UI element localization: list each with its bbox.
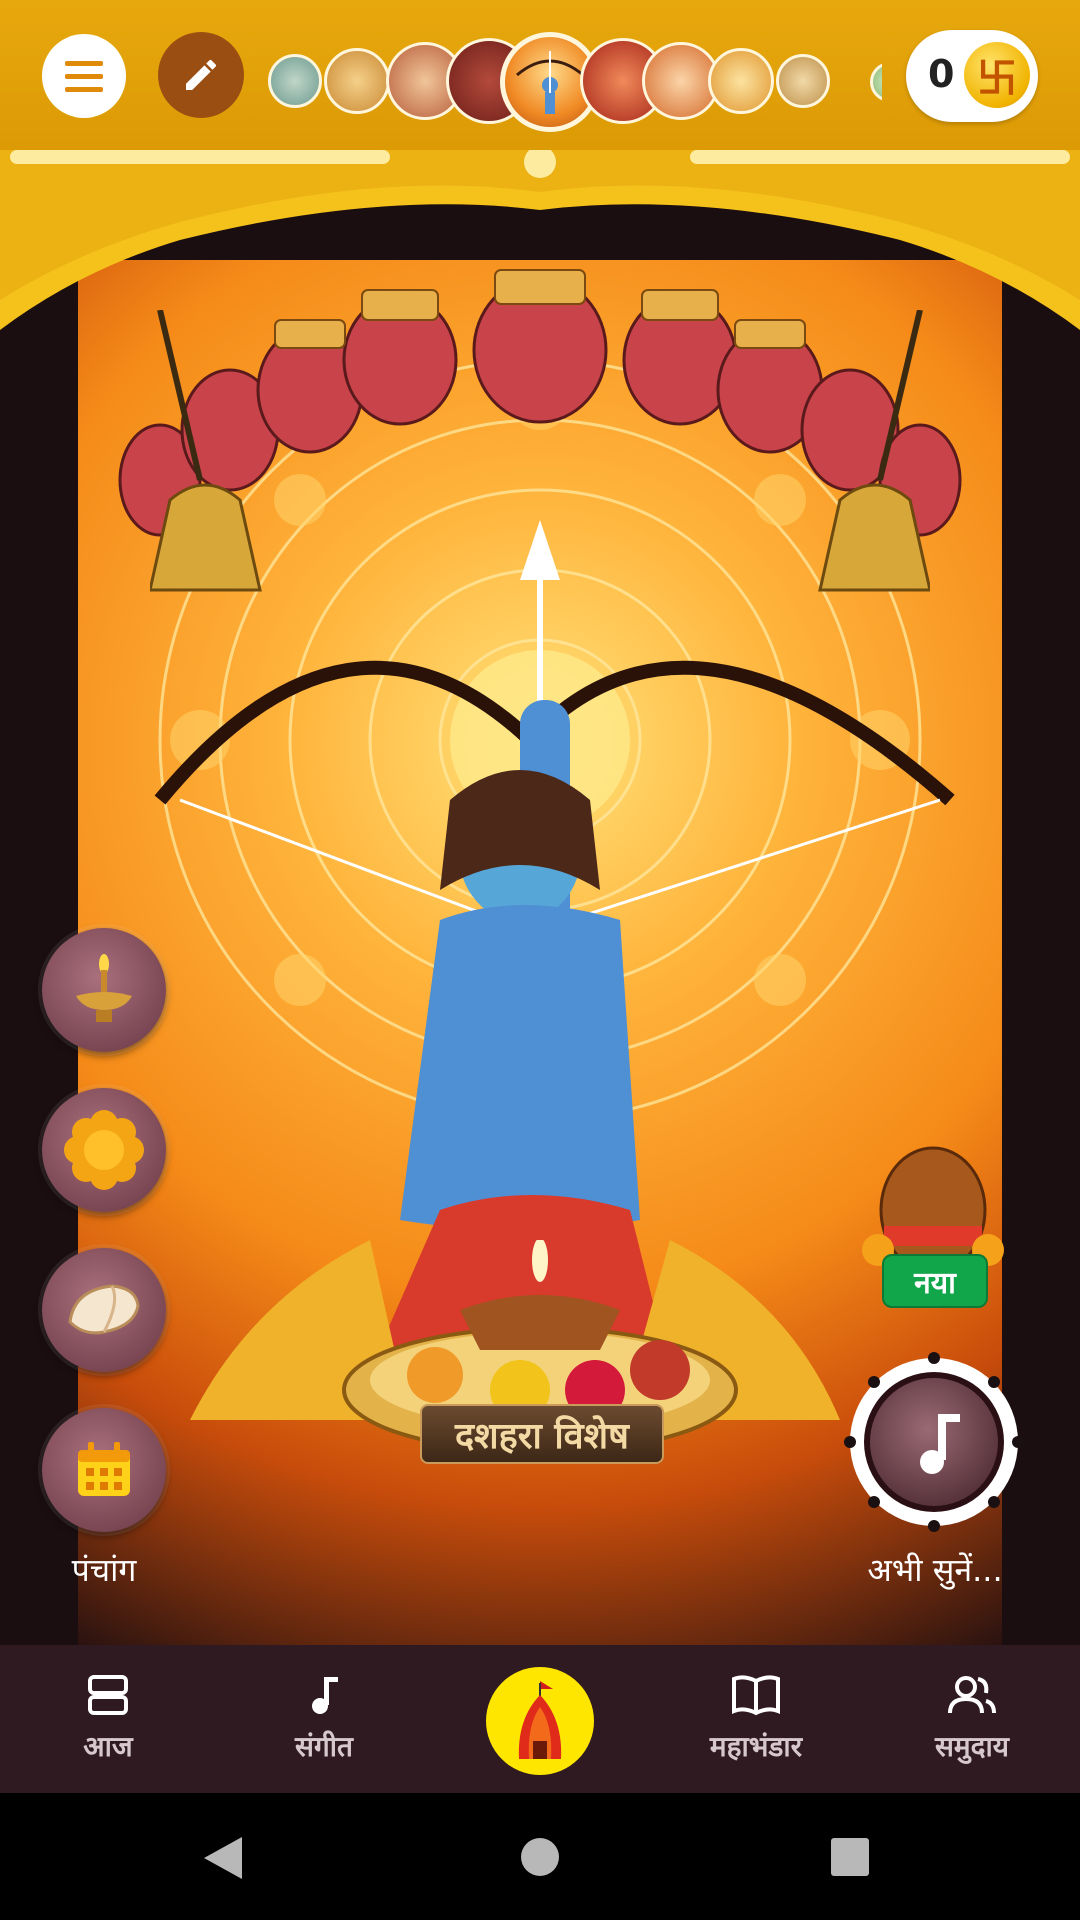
edit-button[interactable] <box>158 32 244 118</box>
community-icon <box>948 1676 996 1714</box>
coin-balance[interactable]: 0 卐 <box>906 30 1038 122</box>
home-icon[interactable] <box>520 1837 560 1877</box>
coin-count: 0 <box>928 52 955 96</box>
recents-icon[interactable] <box>830 1837 870 1877</box>
deity-carousel[interactable] <box>262 32 882 132</box>
deity-durga[interactable] <box>324 48 390 114</box>
oil-lamp-icon <box>76 954 132 1022</box>
conch-button[interactable] <box>42 1248 166 1372</box>
nav-community[interactable]: समुदाय <box>864 1645 1080 1793</box>
nav-mahabhandar[interactable]: महाभंडार <box>648 1645 864 1793</box>
music-note-icon <box>312 1677 338 1714</box>
nav-music[interactable]: संगीत <box>216 1645 432 1793</box>
bottom-navigation: आज संगीत महाभंडार समुदाय <box>0 1645 1080 1793</box>
panchang-button[interactable] <box>42 1408 166 1532</box>
flower-offering-button[interactable] <box>42 1088 166 1212</box>
deity-shiva[interactable] <box>268 54 322 108</box>
dussehra-special-banner: दशहरा विशेष <box>420 1404 664 1464</box>
diya-lamp-button[interactable] <box>42 928 166 1052</box>
nav-temple-button[interactable] <box>486 1667 594 1775</box>
pencil-icon <box>186 59 216 90</box>
nav-music-label: संगीत <box>295 1730 353 1763</box>
deity-ganesha[interactable] <box>708 48 774 114</box>
conch-shell-icon <box>68 1284 140 1335</box>
nav-today-label: आज <box>83 1730 133 1763</box>
calendar-icon <box>78 1442 130 1496</box>
listen-now-label[interactable]: अभी सुनें... <box>840 1548 1030 1591</box>
nav-community-label: समुदाय <box>934 1730 1010 1763</box>
nav-today[interactable]: आज <box>0 1645 216 1793</box>
top-bar: 0 卐 <box>0 0 1080 150</box>
nav-mahabhandar-label: महाभंडार <box>709 1730 803 1763</box>
open-book-icon <box>732 1675 780 1716</box>
temple-icon <box>518 1681 562 1759</box>
hamburger-icon <box>65 60 103 66</box>
panchang-label[interactable]: पंचांग <box>20 1548 188 1591</box>
marigold-icon <box>64 1110 144 1190</box>
back-icon[interactable] <box>200 1835 246 1881</box>
system-navigation-bar <box>0 1793 1080 1920</box>
listen-now-button[interactable] <box>844 1352 1024 1532</box>
today-cards-icon <box>88 1675 128 1715</box>
deity-vishnu[interactable] <box>776 54 830 108</box>
swastik-coin-icon: 卐 <box>964 42 1030 108</box>
menu-button[interactable] <box>42 34 126 118</box>
deity-more[interactable] <box>870 62 882 102</box>
new-badge[interactable]: नया <box>882 1254 988 1308</box>
